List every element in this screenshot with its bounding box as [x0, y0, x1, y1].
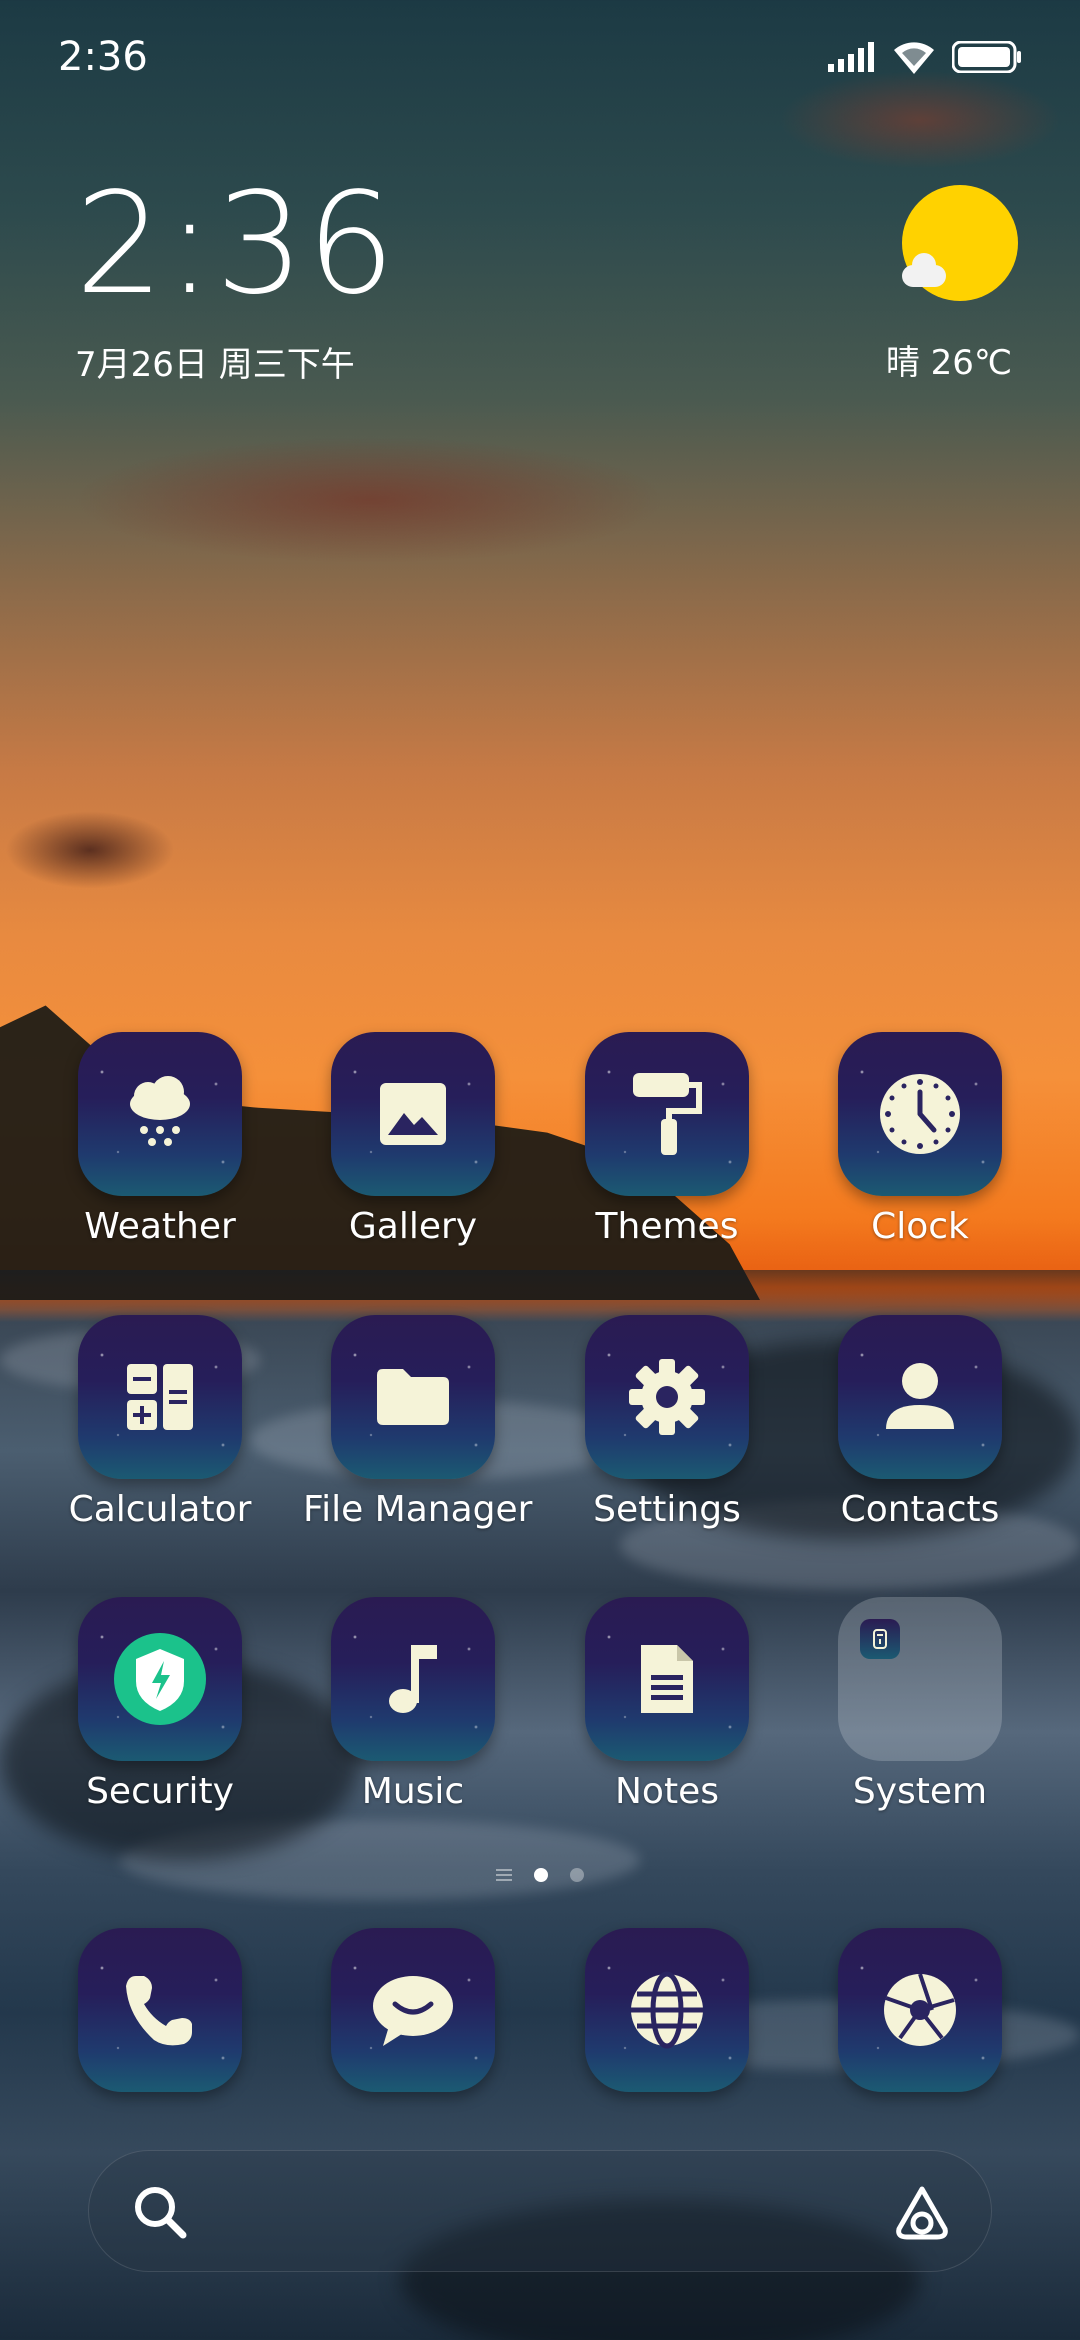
app-folder-system[interactable]: System [810, 1597, 1030, 1812]
shield-icon [114, 1633, 206, 1725]
status-icons [828, 40, 1022, 74]
clock-icon [880, 1074, 960, 1154]
app-label: Contacts [840, 1489, 1000, 1530]
app-clock[interactable]: Clock [810, 1032, 1030, 1247]
status-bar: 2:36 [0, 0, 1080, 110]
calculator-icon [127, 1364, 193, 1430]
weather-widget[interactable]: 晴 26℃ [874, 185, 1024, 384]
app-label: Weather [84, 1206, 236, 1247]
app-music[interactable]: Music [303, 1597, 523, 1812]
app-label: Notes [615, 1771, 719, 1812]
app-label: File Manager [303, 1489, 533, 1530]
phone-icon [126, 1976, 192, 2046]
camera-icon [884, 1973, 956, 2046]
app-label: Security [86, 1771, 234, 1812]
status-time: 2:36 [58, 34, 148, 80]
app-gallery[interactable]: Gallery [303, 1032, 523, 1247]
weather-icon [130, 1076, 190, 1146]
app-label: Music [361, 1771, 465, 1812]
page-list-icon[interactable] [496, 1869, 512, 1881]
widget-time: 2:36 [75, 163, 398, 326]
sun-cloud-icon [902, 185, 1018, 301]
folder-group-icon [860, 1619, 900, 1659]
wifi-icon [894, 42, 934, 74]
app-file-manager[interactable]: File Manager [303, 1315, 533, 1530]
assistant-icon[interactable] [891, 2181, 953, 2243]
search-icon[interactable] [131, 2183, 189, 2241]
clock-widget[interactable]: 2:36 7月26日 周三下午 [75, 175, 397, 386]
battery-icon [952, 41, 1021, 73]
music-note-icon [389, 1645, 437, 1713]
app-calculator[interactable]: Calculator [50, 1315, 270, 1530]
app-label: Calculator [68, 1489, 252, 1530]
app-notes[interactable]: Notes [557, 1597, 777, 1812]
dock-browser[interactable] [557, 1928, 777, 2092]
page-dot[interactable] [570, 1868, 584, 1882]
dock-camera[interactable] [810, 1928, 1030, 2092]
app-weather[interactable]: Weather [50, 1032, 270, 1247]
dock-phone[interactable] [50, 1928, 270, 2092]
page-indicator[interactable] [0, 1868, 1080, 1882]
app-themes[interactable]: Themes [557, 1032, 777, 1247]
messages-icon [373, 1976, 453, 2046]
gear-icon [629, 1359, 705, 1435]
search-bar[interactable] [88, 2150, 992, 2272]
app-label: Clock [871, 1206, 969, 1247]
app-settings[interactable]: Settings [557, 1315, 777, 1530]
widget-date: 7月26日 周三下午 [75, 345, 355, 385]
shoreline [0, 1270, 1080, 1310]
page-dot-active[interactable] [534, 1868, 548, 1882]
app-security[interactable]: Security [50, 1597, 270, 1812]
app-label: Gallery [348, 1206, 478, 1247]
signal-icon [828, 42, 874, 72]
notes-icon [641, 1645, 693, 1713]
app-label: System [852, 1771, 988, 1812]
browser-icon [631, 1971, 703, 2049]
app-contacts[interactable]: Contacts [810, 1315, 1030, 1530]
folder-icon [377, 1369, 449, 1425]
themes-icon [633, 1073, 702, 1155]
contacts-icon [886, 1363, 954, 1429]
gallery-icon [380, 1083, 446, 1145]
weather-text: 晴 26℃ [885, 343, 1013, 383]
dock-messages[interactable] [303, 1928, 523, 2092]
app-label: Settings [593, 1489, 741, 1530]
app-label: Themes [595, 1206, 739, 1247]
